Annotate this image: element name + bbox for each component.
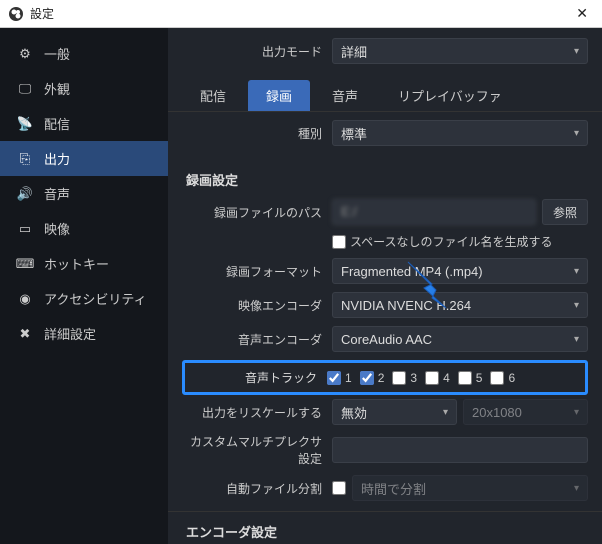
mux-label: カスタムマルチプレクサ設定 [182, 433, 332, 467]
close-button[interactable]: ✕ [570, 5, 594, 22]
monitor-icon: 🖵 [16, 81, 34, 97]
track-checkbox-2[interactable]: 2 [360, 371, 385, 385]
tab-audio[interactable]: 音声 [314, 80, 376, 111]
speaker-icon: 🔊 [16, 186, 34, 202]
split-mode-select: 時間で分割 [352, 475, 588, 501]
keyboard-icon: ⌨ [16, 256, 34, 272]
track-checkbox-5[interactable]: 5 [458, 371, 483, 385]
sidebar-item-label: アクセシビリティ [44, 289, 147, 308]
browse-button[interactable]: 参照 [542, 199, 588, 225]
sidebar-item-label: 音声 [44, 184, 70, 203]
sidebar-item-output[interactable]: ⎘ 出力 [0, 141, 168, 176]
format-select[interactable]: Fragmented MP4 (.mp4) [332, 258, 588, 284]
rescale-select[interactable]: 無効 [332, 399, 457, 425]
sidebar: ⚙ 一般 🖵 外観 📡 配信 ⎘ 出力 🔊 音声 ▭ 映像 ⌨ ホットキー ◉ アクセシビリティ… [0, 28, 168, 544]
tracks-container: 123456 [327, 371, 515, 385]
recording-section-title: 録画設定 [186, 170, 588, 189]
recording-path-input[interactable]: E:/ [332, 199, 536, 225]
sidebar-item-label: 外観 [44, 79, 70, 98]
sidebar-item-appearance[interactable]: 🖵 外観 [0, 71, 168, 106]
vencoder-select[interactable]: NVIDIA NVENC H.264 [332, 292, 588, 318]
gear-icon: ⚙ [16, 46, 34, 62]
output-icon: ⎘ [16, 151, 34, 167]
sidebar-item-label: ホットキー [44, 254, 109, 273]
output-mode-label: 出力モード [182, 43, 332, 60]
audio-tracks-highlight: 音声トラック 123456 [182, 360, 588, 395]
aencoder-select[interactable]: CoreAudio AAC [332, 326, 588, 352]
tabs: 配信 録画 音声 リプレイバッファ [168, 80, 602, 112]
sidebar-item-label: 詳細設定 [44, 324, 96, 343]
sidebar-item-label: 一般 [44, 44, 70, 63]
nospace-checkbox[interactable]: スペースなしのファイル名を生成する [332, 233, 553, 250]
track-checkbox-6[interactable]: 6 [490, 371, 515, 385]
sidebar-item-advanced[interactable]: ✖ 詳細設定 [0, 316, 168, 351]
tab-replay-buffer[interactable]: リプレイバッファ [380, 80, 520, 111]
sidebar-item-audio[interactable]: 🔊 音声 [0, 176, 168, 211]
mux-input[interactable] [332, 437, 588, 463]
window-title: 設定 [30, 5, 54, 22]
type-label: 種別 [182, 125, 332, 142]
sidebar-item-hotkeys[interactable]: ⌨ ホットキー [0, 246, 168, 281]
sidebar-item-label: 配信 [44, 114, 70, 133]
rescale-res-select: 20x1080 [463, 399, 588, 425]
split-checkbox[interactable] [332, 481, 346, 495]
tools-icon: ✖ [16, 326, 34, 342]
output-mode-select[interactable]: 詳細 [332, 38, 588, 64]
sidebar-item-video[interactable]: ▭ 映像 [0, 211, 168, 246]
format-label: 録画フォーマット [182, 263, 332, 280]
video-icon: ▭ [16, 221, 34, 237]
type-select[interactable]: 標準 [332, 120, 588, 146]
sidebar-item-label: 映像 [44, 219, 70, 238]
tab-recording[interactable]: 録画 [248, 80, 310, 111]
track-checkbox-4[interactable]: 4 [425, 371, 450, 385]
encoder-section-title: エンコーダ設定 [186, 522, 588, 541]
app-icon [8, 6, 24, 22]
antenna-icon: 📡 [16, 116, 34, 132]
recording-path-label: 録画ファイルのパス [182, 204, 332, 221]
tracks-label: 音声トラック [185, 369, 327, 386]
split-label: 自動ファイル分割 [182, 480, 332, 497]
track-checkbox-1[interactable]: 1 [327, 371, 352, 385]
vencoder-label: 映像エンコーダ [182, 297, 332, 314]
aencoder-label: 音声エンコーダ [182, 331, 332, 348]
sidebar-item-stream[interactable]: 📡 配信 [0, 106, 168, 141]
sidebar-item-label: 出力 [44, 149, 70, 168]
tab-stream[interactable]: 配信 [182, 80, 244, 111]
rescale-label: 出力をリスケールする [182, 404, 332, 421]
sidebar-item-general[interactable]: ⚙ 一般 [0, 36, 168, 71]
track-checkbox-3[interactable]: 3 [392, 371, 417, 385]
accessibility-icon: ◉ [16, 291, 34, 307]
sidebar-item-accessibility[interactable]: ◉ アクセシビリティ [0, 281, 168, 316]
